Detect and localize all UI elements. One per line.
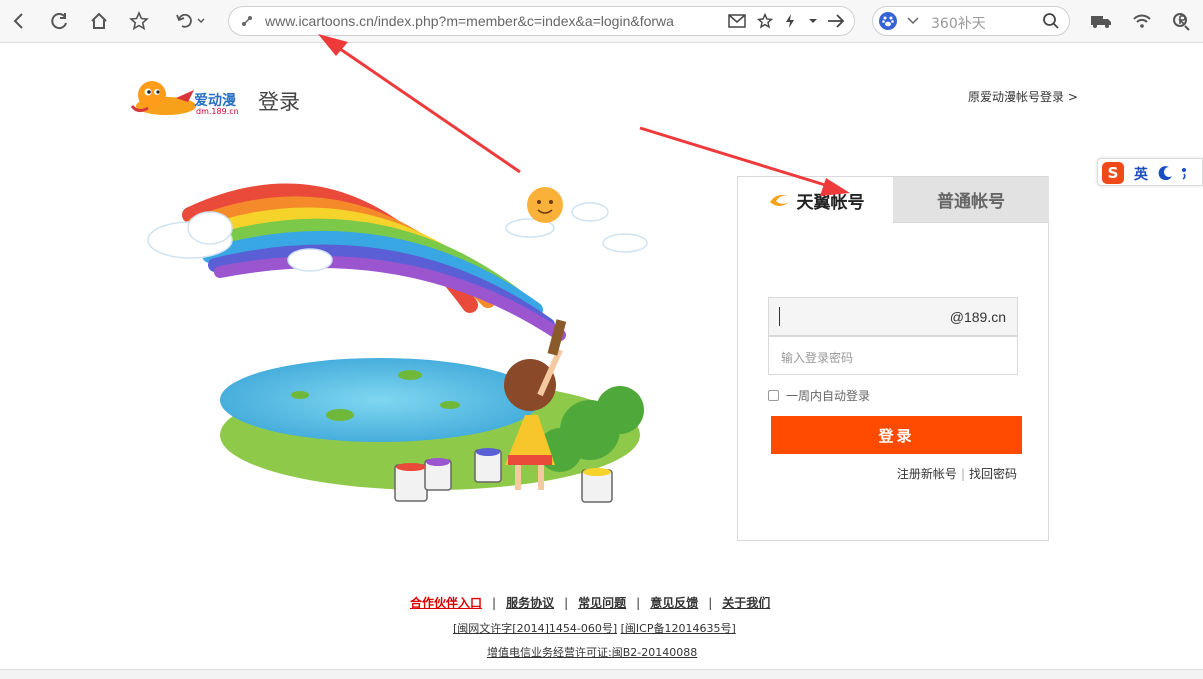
wifi-icon[interactable] (1130, 9, 1154, 33)
tianyi-logo-icon (769, 194, 789, 206)
license-telecom[interactable]: 增值电信业务经营许可证:闽B2-20140088 (487, 644, 697, 660)
annotation-arrow-to-url (318, 34, 521, 174)
truck-extension-icon[interactable] (1089, 9, 1113, 33)
go-arrow-icon[interactable] (826, 11, 846, 31)
dropdown-chevron-icon[interactable] (803, 11, 823, 31)
tab-tianyi-account[interactable]: 天翼帐号 (738, 177, 893, 223)
footer-link-terms[interactable]: 服务协议 (506, 596, 554, 610)
punctuation-icon[interactable] (1180, 165, 1190, 181)
address-bar[interactable]: www.icartoons.cn/index.php?m=member&c=in… (228, 6, 855, 36)
site-info-icon[interactable] (237, 11, 257, 31)
footer-link-faq[interactable]: 常见问题 (578, 596, 626, 610)
engine-dropdown-icon[interactable] (903, 11, 923, 31)
tab-normal-account[interactable]: 普通帐号 (893, 177, 1049, 223)
footer-links: 合作伙伴入口 | 服务协议 | 常见问题 | 意见反馈 | 关于我们 (410, 594, 770, 611)
original-account-login-link[interactable]: 原爱动漫帐号登录 > (968, 88, 1078, 105)
login-button[interactable]: 登录 (771, 416, 1022, 454)
search-bar[interactable]: 360补天 (872, 6, 1070, 36)
browser-toolbar: www.icartoons.cn/index.php?m=member&c=in… (0, 0, 1203, 43)
bookmark-star-icon[interactable] (755, 11, 775, 31)
footer-separator: | (564, 596, 569, 610)
register-link[interactable]: 注册新帐号 (897, 467, 957, 481)
search-input[interactable]: 360补天 (931, 13, 986, 33)
lightning-icon[interactable] (780, 11, 800, 31)
password-input[interactable]: 输入登录密码 (768, 336, 1018, 375)
license-culture[interactable]: [闽网文许字[2014]1454-060号] (453, 622, 617, 635)
logo-domain: dm.189.cn (196, 107, 239, 116)
search-engine-paw-icon[interactable] (878, 11, 898, 31)
page-title: 登录 (258, 90, 300, 114)
moon-icon[interactable] (1158, 165, 1174, 181)
url-text[interactable]: www.icartoons.cn/index.php?m=member&c=in… (265, 13, 720, 29)
footer-separator: | (708, 596, 713, 610)
mascot-logo-icon (130, 81, 196, 115)
footer-licenses: [闽网文许字[2014]1454-060号] [闽ICP备12014635号] (453, 620, 736, 636)
license-icp[interactable]: [闽ICP备12014635号] (621, 622, 736, 635)
mail-icon[interactable] (727, 11, 747, 31)
favorite-star-icon[interactable] (127, 9, 151, 33)
tab-tianyi-label: 天翼帐号 (796, 192, 865, 213)
ime-toolbar[interactable]: S 英 (1097, 158, 1203, 186)
search-icon[interactable] (1041, 11, 1061, 31)
remember-me[interactable]: 一周内自动登录 (768, 387, 870, 404)
rainbow-girl-illustration (147, 183, 648, 503)
footer-link-about[interactable]: 关于我们 (722, 596, 770, 610)
remember-checkbox[interactable] (768, 390, 779, 401)
account-input[interactable]: @189.cn (768, 297, 1018, 336)
undo-close-tab-icon[interactable] (174, 9, 208, 33)
tab-normal-label: 普通帐号 (937, 192, 1005, 212)
site-logo[interactable]: 爱动漫 dm.189.cn (128, 78, 243, 118)
account-links: 注册新帐号 | 找回密码 (897, 465, 1017, 482)
forgot-password-link[interactable]: 找回密码 (969, 467, 1017, 481)
footer-link-feedback[interactable]: 意见反馈 (650, 596, 698, 610)
footer-separator: | (492, 596, 497, 610)
footer-separator: | (636, 596, 641, 610)
login-panel: 天翼帐号 普通帐号 @189.cn 输入登录密码 一周内自动登录 登录 注册新帐… (737, 176, 1049, 541)
ime-language-indicator[interactable]: 英 (1134, 164, 1148, 184)
link-separator: | (960, 467, 965, 481)
password-placeholder: 输入登录密码 (781, 351, 854, 365)
reload-icon[interactable] (47, 9, 71, 33)
sogou-ime-logo[interactable]: S (1102, 162, 1124, 184)
account-domain-suffix: @189.cn (949, 309, 1006, 325)
status-bar (0, 669, 1203, 679)
remember-label: 一周内自动登录 (786, 389, 871, 403)
extension-r-icon[interactable] (1169, 9, 1193, 33)
back-icon[interactable] (6, 9, 30, 33)
text-caret (779, 307, 780, 326)
home-icon[interactable] (87, 9, 111, 33)
footer-link-partners[interactable]: 合作伙伴入口 (410, 596, 482, 610)
